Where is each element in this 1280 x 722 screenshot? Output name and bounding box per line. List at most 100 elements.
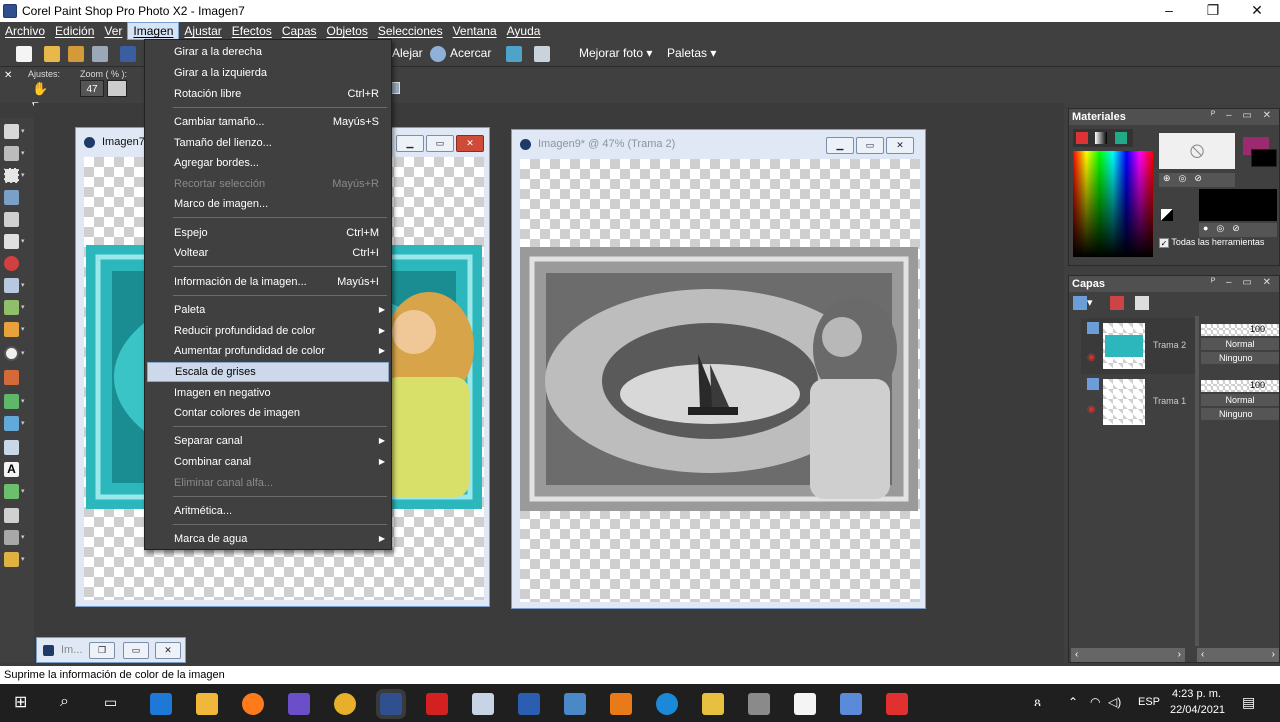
open-folder-icon[interactable]	[44, 44, 60, 63]
notes-icon[interactable]	[564, 693, 586, 715]
visibility-eye-icon[interactable]: ◉	[1087, 352, 1101, 363]
pen-tool[interactable]	[4, 506, 30, 524]
text-tool[interactable]: A	[4, 460, 30, 478]
menu-ventana[interactable]: Ventana	[448, 22, 502, 40]
menu-objetos[interactable]: Objetos	[322, 22, 373, 40]
security-app-icon[interactable]	[886, 693, 908, 715]
document-window-imagen9[interactable]: Imagen9* @ 47% (Trama 2) ▁ ▭ ✕	[511, 129, 926, 609]
pan-tool-preset-icon[interactable]: ✋▾	[32, 81, 54, 112]
selection-tool[interactable]: ▾	[4, 166, 30, 184]
visibility-eye-icon[interactable]: ◉	[1087, 404, 1101, 415]
mask-dropdown[interactable]: Ninguno	[1201, 408, 1279, 420]
doc-maximize-button[interactable]: ▭	[426, 135, 454, 152]
crop-tool[interactable]	[4, 210, 30, 228]
menu-ayuda[interactable]: Ayuda	[502, 22, 546, 40]
panel-controls-icon[interactable]: ᴾ – ▭ ✕	[1211, 110, 1275, 121]
menu-selecciones[interactable]: Selecciones	[373, 22, 448, 40]
material-type-buttons[interactable]: ⊕◎⊘	[1159, 173, 1235, 187]
clock-time[interactable]: 4:23 p. m.	[1172, 688, 1221, 700]
app-icon[interactable]	[288, 693, 310, 715]
menu-item-remove-alpha[interactable]: Eliminar canal alfa...	[147, 473, 389, 493]
minimize-button[interactable]: –	[1146, 0, 1192, 22]
task-view-icon[interactable]: ▭	[104, 694, 117, 711]
menu-archivo[interactable]: Archivo	[0, 22, 50, 40]
layer-row-trama-1[interactable]: ◉ Trama 1	[1081, 374, 1195, 430]
new-layer-icon[interactable]	[1073, 296, 1087, 311]
red-eye-tool[interactable]	[4, 254, 30, 272]
zoom-input[interactable]: 47	[80, 80, 104, 97]
layer-row-trama-2[interactable]: ◉ Trama 2	[1081, 318, 1195, 374]
menu-item-image-information[interactable]: Información de la imagen... Mayús+I	[147, 272, 389, 292]
menu-item-watermark[interactable]: Marca de agua ▶	[147, 529, 389, 549]
paint-brush-tool[interactable]	[4, 368, 30, 386]
pick-tool[interactable]: ▾	[4, 144, 30, 162]
doc-minimize-button[interactable]: ▁	[826, 137, 854, 154]
animation-shop-icon[interactable]	[702, 693, 724, 715]
restore-document-button[interactable]: ❐	[89, 642, 115, 659]
background-material-swatch[interactable]	[1199, 189, 1277, 221]
scan-icon[interactable]	[92, 44, 108, 63]
menu-item-resize[interactable]: Cambiar tamaño... Mayús+S	[147, 112, 389, 132]
menu-item-decrease-color-depth[interactable]: Reducir profundidad de color ▶	[147, 321, 389, 341]
pan-tool[interactable]: ▾	[4, 122, 30, 140]
menu-item-increase-color-depth[interactable]: Aumentar profundidad de color ▶	[147, 341, 389, 361]
zoom-spinner[interactable]	[107, 80, 127, 97]
bg-material-type-buttons[interactable]: ●◎⊘	[1199, 223, 1277, 237]
preset-shape-tool[interactable]: ▾	[4, 482, 30, 500]
zoom-out-button[interactable]: Alejar	[392, 44, 423, 63]
photo-icon[interactable]	[506, 44, 522, 63]
menu-item-add-borders[interactable]: Agregar bordes...	[147, 153, 389, 173]
zoom-in-icon[interactable]	[430, 44, 446, 63]
edge-browser-icon[interactable]	[150, 693, 172, 715]
doc-maximize-button[interactable]: ▭	[856, 137, 884, 154]
swap-colors-icon[interactable]	[1161, 209, 1173, 221]
acrobat-icon[interactable]	[426, 693, 448, 715]
close-options-icon[interactable]: ✕	[4, 70, 12, 81]
doc-minimize-button[interactable]: ▁	[396, 135, 424, 152]
close-button[interactable]: ✕	[1234, 0, 1280, 22]
flood-fill-tool[interactable]: ▾	[4, 414, 30, 432]
restore-button[interactable]: ❐	[1190, 0, 1236, 22]
menu-item-canvas-size[interactable]: Tamaño del lienzo...	[147, 133, 389, 153]
layers-right-scrollbar[interactable]: ‹ ›	[1197, 648, 1279, 662]
eraser-tool[interactable]	[4, 438, 30, 456]
paint-shop-pro-icon[interactable]	[380, 693, 402, 715]
tigo-icon[interactable]	[656, 693, 678, 715]
volume-icon[interactable]: ◁)	[1108, 695, 1121, 709]
people-icon[interactable]: ጸ	[1034, 695, 1041, 710]
tray-overflow-icon[interactable]: ⌃	[1068, 695, 1078, 709]
paint-icon[interactable]	[840, 693, 862, 715]
menu-ajustar[interactable]: Ajustar	[179, 22, 226, 40]
word-icon[interactable]	[518, 693, 540, 715]
menu-item-mirror[interactable]: Espejo Ctrl+M	[147, 223, 389, 243]
zoom-in-button[interactable]: Acercar	[450, 44, 491, 63]
materials-tabs[interactable]	[1073, 129, 1133, 147]
layer-properties-icon[interactable]	[1134, 296, 1149, 311]
browse-icon[interactable]	[68, 44, 84, 63]
makeover-tool[interactable]: ▾	[4, 276, 30, 294]
menu-item-crop-selection[interactable]: Recortar selección Mayús+R	[147, 174, 389, 194]
opacity-slider[interactable]: 100	[1201, 380, 1279, 392]
straighten-tool[interactable]: ▾	[4, 232, 30, 250]
menu-item-rotate-left[interactable]: Girar a la izquierda	[147, 63, 389, 83]
doc-close-button[interactable]: ✕	[886, 137, 914, 154]
clock-date[interactable]: 22/04/2021	[1170, 704, 1225, 716]
menu-imagen[interactable]: Imagen	[127, 22, 180, 40]
doc-close-button[interactable]: ✕	[456, 135, 484, 152]
blend-mode-dropdown[interactable]: Normal	[1201, 338, 1279, 350]
opacity-slider[interactable]: 100	[1201, 324, 1279, 336]
close-document-button[interactable]: ✕	[155, 642, 181, 659]
menu-item-combine-channel[interactable]: Combinar canal ▶	[147, 452, 389, 472]
network-icon[interactable]: ◠	[1090, 695, 1100, 709]
frame-tab-icon[interactable]	[1076, 132, 1088, 144]
menu-item-free-rotate[interactable]: Rotación libre Ctrl+R	[147, 84, 389, 104]
menu-item-flip[interactable]: Voltear Ctrl+I	[147, 243, 389, 263]
menu-item-greyscale[interactable]: Escala de grises	[147, 362, 389, 382]
menu-item-split-channel[interactable]: Separar canal ▶	[147, 431, 389, 451]
maximize-document-button[interactable]: ▭	[123, 642, 149, 659]
retouch-tool[interactable]: ▾	[4, 392, 30, 410]
menu-capas[interactable]: Capas	[277, 22, 322, 40]
dodge-tool[interactable]: ▾	[4, 344, 30, 362]
search-icon[interactable]: ⌕	[60, 693, 69, 711]
menu-item-arithmetic[interactable]: Aritmética...	[147, 501, 389, 521]
